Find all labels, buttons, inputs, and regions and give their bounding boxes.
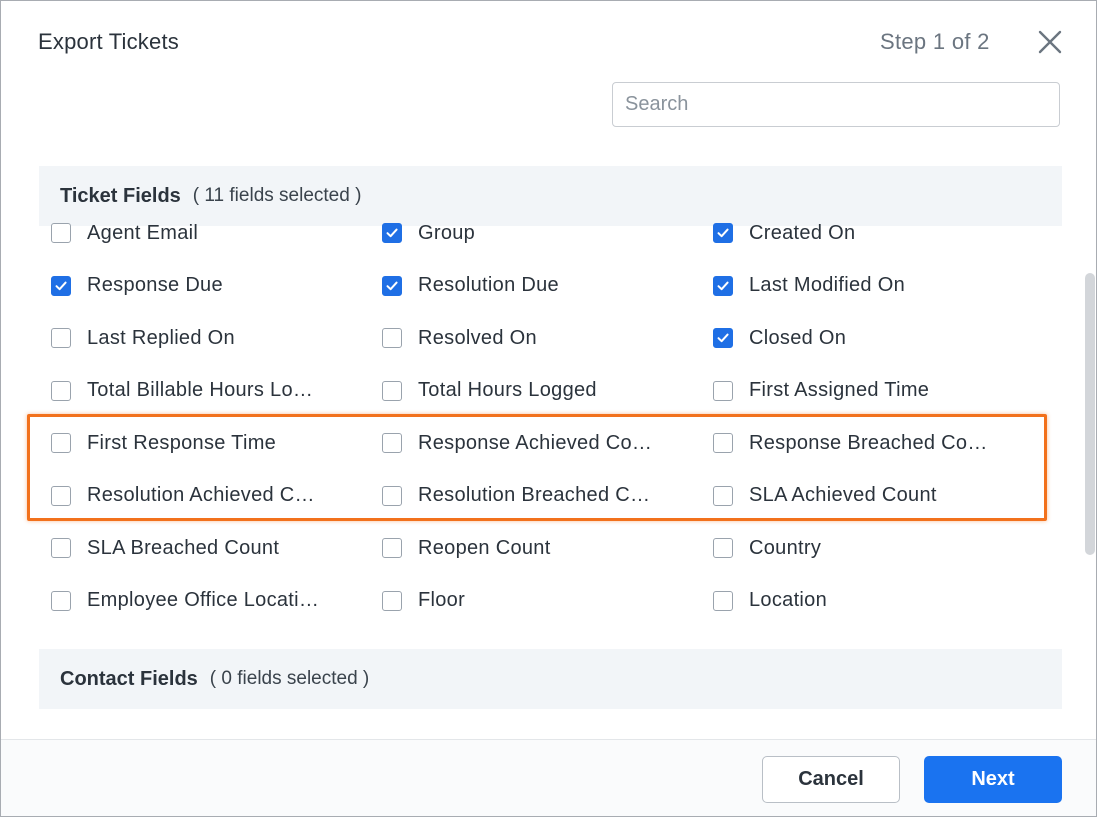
field-label: First Assigned Time [749, 379, 930, 401]
field-label: SLA Achieved Count [749, 484, 937, 506]
close-icon [1038, 30, 1062, 54]
checkbox-unchecked-icon[interactable] [382, 485, 402, 506]
field-checkbox-item[interactable]: First Response Time [51, 428, 276, 458]
field-label: Floor [418, 589, 466, 611]
field-checkbox-item[interactable]: Response Due [51, 271, 223, 301]
field-label: Last Replied On [87, 326, 235, 349]
field-label: Total Billable Hours Lo… [87, 379, 314, 401]
section-header-contact-fields[interactable]: Contact Fields ( 0 fields selected ) [39, 649, 1062, 709]
field-checkbox-item[interactable]: Total Hours Logged [382, 376, 597, 406]
checkbox-unchecked-icon[interactable] [713, 485, 733, 506]
cancel-button[interactable]: Cancel [762, 756, 900, 803]
close-button[interactable] [1037, 29, 1063, 55]
dialog-title: Export Tickets [38, 29, 179, 54]
section-header-ticket-fields[interactable]: Ticket Fields ( 11 fields selected ) [39, 166, 1062, 226]
field-checkbox-item[interactable]: SLA Achieved Count [713, 481, 937, 511]
next-button[interactable]: Next [924, 756, 1062, 803]
search-input[interactable] [612, 82, 1060, 127]
checkbox-unchecked-icon[interactable] [382, 590, 402, 611]
field-checkbox-item[interactable]: Resolution Breached C… [382, 481, 650, 511]
field-label: Employee Office Locati… [87, 589, 320, 611]
checkbox-unchecked-icon[interactable] [713, 380, 733, 401]
field-checkbox-item[interactable]: Resolution Achieved C… [51, 481, 315, 511]
checkbox-unchecked-icon[interactable] [51, 433, 71, 453]
checkbox-unchecked-icon[interactable] [713, 538, 733, 558]
checkbox-checked-icon[interactable] [713, 328, 733, 348]
checkbox-unchecked-icon[interactable] [51, 380, 71, 401]
field-label: Last Modified On [749, 274, 905, 296]
section-selected-count: ( 0 fields selected ) [209, 668, 370, 689]
field-label: Agent Email [87, 221, 199, 244]
field-label: SLA Breached Count [87, 536, 280, 559]
field-label: First Response Time [87, 431, 277, 454]
field-label: Reopen Count [418, 536, 551, 559]
checkbox-unchecked-icon[interactable] [51, 485, 71, 506]
field-checkbox-item[interactable]: First Assigned Time [713, 376, 929, 406]
field-label: Response Breached Co… [749, 431, 988, 454]
checkbox-unchecked-icon[interactable] [51, 538, 71, 558]
field-label: Resolution Breached C… [418, 484, 651, 506]
checkbox-unchecked-icon[interactable] [51, 328, 71, 348]
field-label: Response Due [87, 274, 223, 296]
field-checkbox-item[interactable]: SLA Breached Count [51, 533, 279, 563]
field-label: Response Achieved Co… [418, 431, 653, 454]
section-name: Contact Fields [60, 667, 198, 690]
checkbox-unchecked-icon[interactable] [51, 590, 71, 611]
checkbox-unchecked-icon[interactable] [382, 538, 402, 558]
field-checkbox-item[interactable]: Agent Email [51, 218, 198, 248]
field-label: Closed On [749, 326, 847, 349]
field-checkbox-item[interactable]: Reopen Count [382, 533, 551, 563]
field-label: Group [418, 221, 476, 244]
field-checkbox-item[interactable]: Resolved On [382, 323, 537, 353]
checkbox-checked-icon[interactable] [713, 275, 733, 296]
checkbox-unchecked-icon[interactable] [51, 223, 71, 243]
field-checkbox-item[interactable]: Employee Office Locati… [51, 586, 319, 616]
field-checkbox-item[interactable]: Created On [713, 218, 855, 248]
checkbox-unchecked-icon[interactable] [382, 433, 402, 453]
checkbox-checked-icon[interactable] [51, 275, 71, 296]
field-checkbox-item[interactable]: Response Breached Co… [713, 428, 988, 458]
field-label: Resolved On [418, 326, 537, 349]
checkbox-unchecked-icon[interactable] [713, 590, 733, 611]
fields-scroll-area[interactable]: Ticket Fields ( 11 fields selected ) Age… [39, 166, 1062, 709]
export-tickets-dialog: Export Tickets Step 1 of 2 Ticket Fields… [0, 0, 1097, 817]
field-label: Resolution Achieved C… [87, 484, 315, 506]
field-label: Created On [749, 221, 856, 244]
field-checkbox-item[interactable]: Response Achieved Co… [382, 428, 652, 458]
field-checkbox-item[interactable]: Closed On [713, 323, 846, 353]
field-checkbox-item[interactable]: Country [713, 533, 821, 563]
field-checkbox-item[interactable]: Total Billable Hours Lo… [51, 376, 313, 406]
field-label: Total Hours Logged [418, 379, 597, 401]
section-selected-count: ( 11 fields selected ) [192, 185, 362, 206]
checkbox-unchecked-icon[interactable] [713, 433, 733, 453]
checkbox-checked-icon[interactable] [382, 223, 402, 243]
field-checkbox-item[interactable]: Group [382, 218, 475, 248]
field-label: Country [749, 536, 822, 559]
checkbox-checked-icon[interactable] [382, 275, 402, 296]
field-checkbox-item[interactable]: Last Replied On [51, 323, 235, 353]
section-name: Ticket Fields [60, 184, 181, 207]
step-indicator: Step 1 of 2 [880, 29, 990, 54]
checkbox-checked-icon[interactable] [713, 223, 733, 243]
field-checkbox-item[interactable]: Resolution Due [382, 271, 559, 301]
checkbox-unchecked-icon[interactable] [382, 328, 402, 348]
checkbox-unchecked-icon[interactable] [382, 380, 402, 401]
field-checkbox-item[interactable]: Location [713, 586, 827, 616]
field-label: Resolution Due [418, 274, 559, 296]
field-checkbox-item[interactable]: Floor [382, 586, 465, 616]
scrollbar-thumb[interactable] [1085, 273, 1095, 555]
field-checkbox-item[interactable]: Last Modified On [713, 271, 905, 301]
field-label: Location [749, 589, 828, 611]
